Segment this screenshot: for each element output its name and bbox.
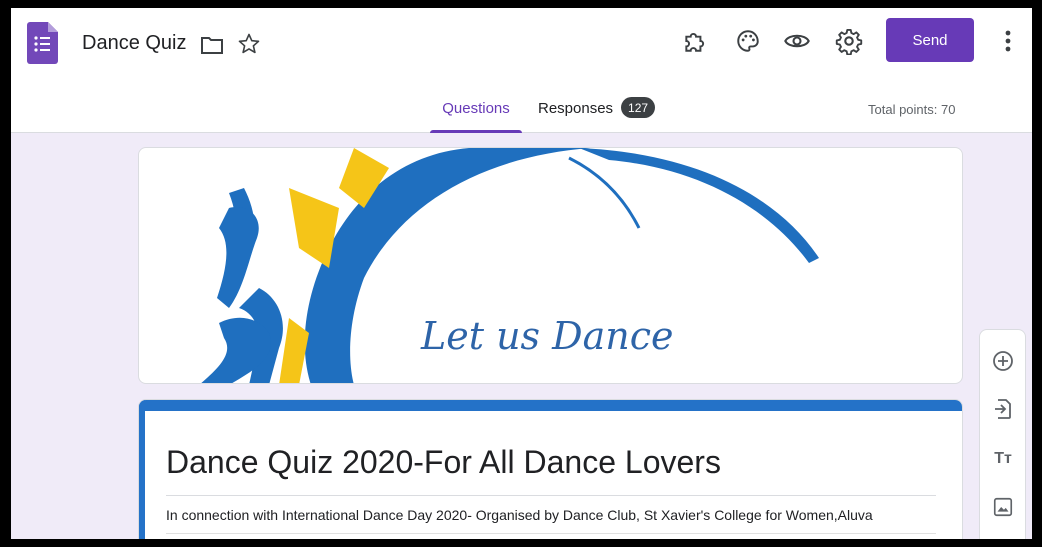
description-divider: [166, 533, 936, 534]
add-title-icon[interactable]: Tт: [990, 446, 1016, 472]
app-header: Dance Quiz Send Questions Responses 127 …: [11, 8, 1032, 133]
document-title[interactable]: Dance Quiz: [82, 32, 187, 55]
form-title[interactable]: Dance Quiz 2020-For All Dance Lovers: [166, 444, 721, 481]
settings-gear-icon[interactable]: [835, 27, 863, 55]
add-question-icon[interactable]: [990, 348, 1016, 374]
form-description[interactable]: In connection with International Dance D…: [166, 507, 873, 523]
card-focus-bar: [139, 400, 145, 539]
title-divider: [166, 495, 936, 496]
floating-toolbar: Tт: [979, 329, 1026, 539]
app-window: Dance Quiz Send Questions Responses 127 …: [11, 8, 1032, 539]
preview-eye-icon[interactable]: [783, 27, 811, 55]
palette-icon[interactable]: [734, 27, 762, 55]
forms-logo-icon[interactable]: [27, 22, 58, 64]
add-image-icon[interactable]: [990, 494, 1016, 520]
tab-responses[interactable]: Responses 127: [538, 94, 656, 133]
star-icon[interactable]: [237, 32, 261, 61]
tab-questions-label: Questions: [442, 100, 510, 117]
folder-icon[interactable]: [200, 35, 224, 60]
tab-questions[interactable]: Questions: [430, 94, 522, 133]
tab-responses-label: Responses: [538, 100, 614, 117]
tab-bar: Questions Responses 127 Total points: 70: [11, 94, 1032, 133]
send-button[interactable]: Send: [886, 18, 974, 62]
more-vert-icon[interactable]: [1001, 26, 1015, 61]
active-tab-indicator: [430, 130, 522, 133]
banner-text: Let us Dance: [421, 314, 674, 358]
header-image: Let us Dance: [138, 147, 963, 384]
responses-count-badge: 127: [621, 97, 656, 118]
form-title-card[interactable]: Dance Quiz 2020-For All Dance Lovers In …: [138, 399, 963, 539]
total-points: Total points: 70: [868, 102, 956, 117]
card-accent-bar: [139, 400, 962, 411]
addon-icon[interactable]: [681, 27, 709, 55]
import-questions-icon[interactable]: [990, 396, 1016, 422]
